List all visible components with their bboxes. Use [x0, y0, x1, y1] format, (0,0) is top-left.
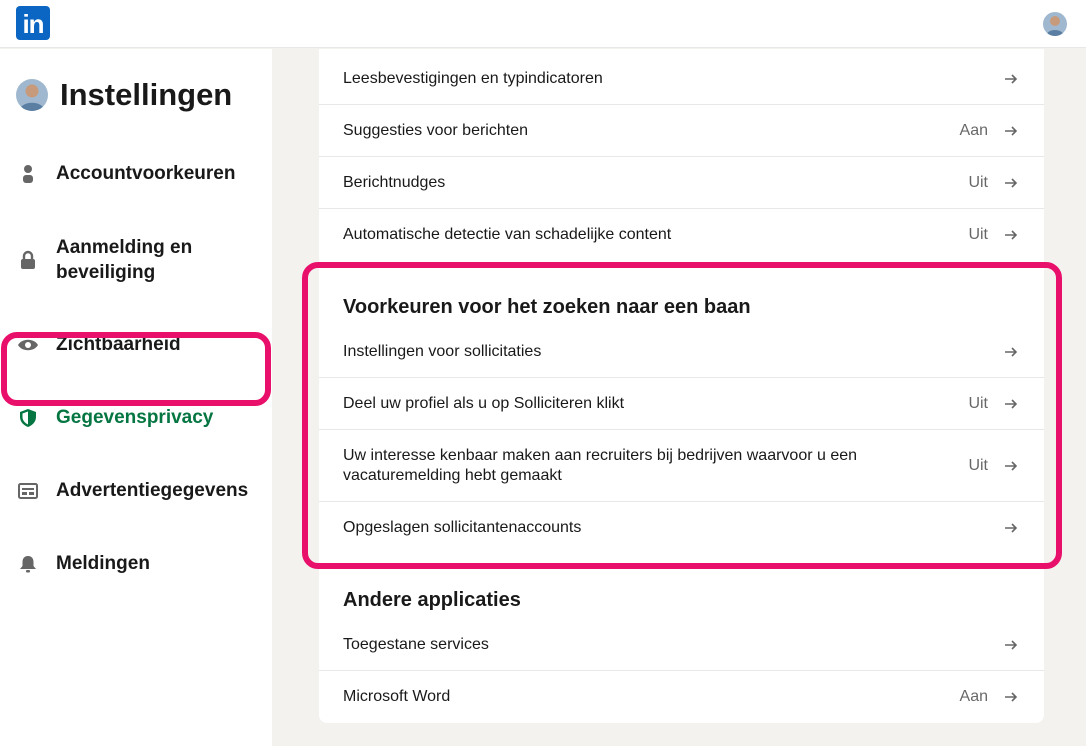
- highlight-box-sidebar: [1, 332, 271, 406]
- arrow-right-icon: [1005, 177, 1018, 188]
- page-title: Instellingen: [60, 77, 233, 112]
- arrow-right-icon: [1005, 73, 1018, 84]
- sidebar-item-advertentiegegevens[interactable]: Advertentiegegevens: [16, 478, 266, 503]
- highlight-box-job-section: [302, 262, 1062, 569]
- person-icon: [16, 162, 40, 186]
- bell-icon: [16, 552, 40, 576]
- ad-icon: [16, 479, 40, 503]
- setting-row-microsoft-word[interactable]: Microsoft Word Aan: [319, 671, 1044, 723]
- setting-row-detectie[interactable]: Automatische detectie van schadelijke co…: [319, 209, 1044, 261]
- sidebar-item-label: Advertentiegegevens: [56, 480, 249, 501]
- setting-value: Aan: [959, 688, 988, 705]
- setting-label: Toegestane services: [343, 635, 489, 653]
- sidebar-item-gegevensprivacy[interactable]: Gegevensprivacy: [16, 405, 266, 430]
- arrow-right-icon: [1005, 692, 1018, 702]
- sidebar-item-aanmelding-beveiliging[interactable]: Aanmelding en beveiliging: [16, 235, 266, 285]
- sidebar-item-label: Accountvoorkeuren: [56, 163, 236, 184]
- setting-label: Microsoft Word: [343, 688, 451, 705]
- setting-label: Automatische detectie van schadelijke co…: [343, 226, 672, 243]
- setting-value: Aan: [959, 121, 988, 139]
- top-bar: in: [0, 0, 1086, 48]
- setting-row-berichtnudges[interactable]: Berichtnudges Uit: [319, 157, 1044, 209]
- setting-row-toegestane-services[interactable]: Toegestane services: [319, 619, 1044, 671]
- sidebar-item-accountvoorkeuren[interactable]: Accountvoorkeuren: [16, 161, 266, 186]
- avatar[interactable]: [16, 79, 48, 111]
- sidebar-item-meldingen[interactable]: Meldingen: [16, 551, 266, 576]
- linkedin-logo[interactable]: in: [16, 6, 50, 40]
- arrow-right-icon: [1005, 125, 1018, 136]
- avatar[interactable]: [1043, 12, 1067, 36]
- setting-label: Leesbevestigingen en typindicatoren: [343, 69, 603, 87]
- sidebar-item-label: Meldingen: [56, 553, 150, 574]
- setting-row-leesbevestigingen[interactable]: Leesbevestigingen en typindicatoren: [319, 53, 1044, 105]
- setting-value: Uit: [968, 226, 988, 243]
- sidebar-item-label: Gegevensprivacy: [56, 407, 214, 428]
- sidebar-header: Instellingen: [16, 77, 232, 113]
- arrow-right-icon: [1005, 230, 1018, 240]
- sidebar-item-label: Aanmelding en beveiliging: [56, 237, 193, 283]
- setting-value: Uit: [968, 173, 988, 191]
- lock-icon: [16, 248, 40, 272]
- setting-label: Berichtnudges: [343, 173, 446, 191]
- setting-label: Suggesties voor berichten: [343, 121, 528, 139]
- section-title-other-apps: Andere applicaties: [343, 589, 521, 611]
- shield-icon: [16, 406, 40, 430]
- setting-row-suggesties[interactable]: Suggesties voor berichten Aan: [319, 105, 1044, 157]
- arrow-right-icon: [1005, 639, 1018, 650]
